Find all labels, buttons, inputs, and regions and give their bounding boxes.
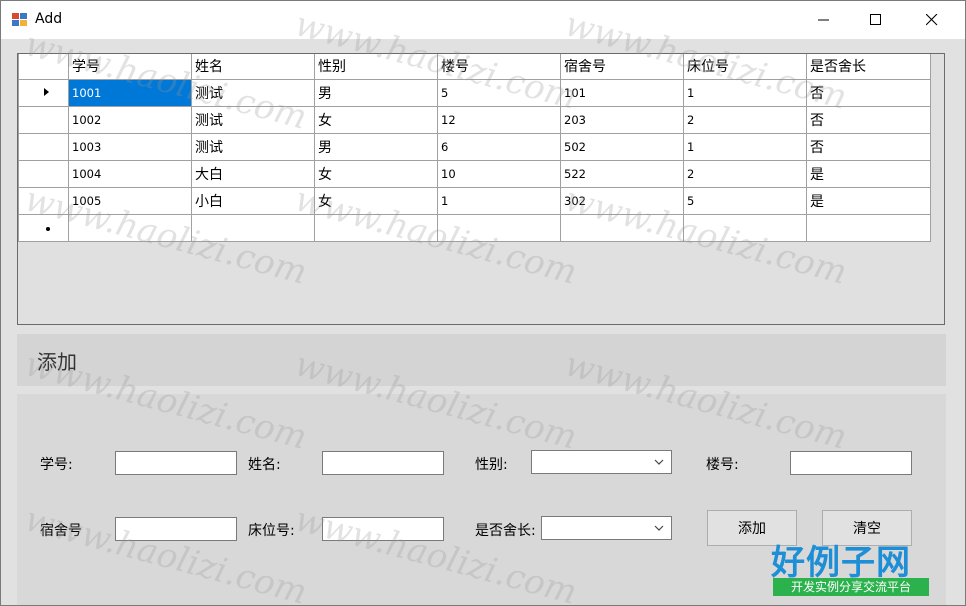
grid-cell[interactable]: 女 <box>314 186 438 215</box>
grid-cell[interactable]: 10 <box>437 159 561 188</box>
grid-cell[interactable]: 1001 <box>68 78 192 107</box>
leader-select[interactable] <box>541 516 672 540</box>
gender-select[interactable] <box>531 450 672 474</box>
grid-cell[interactable] <box>68 213 192 242</box>
add-form-panel: 学号: 姓名: 性别: 楼号: 宿舍号 床位号: 是否舍长: 添加 清空 <box>17 394 946 605</box>
grid-cell[interactable]: 女 <box>314 159 438 188</box>
grid-cell[interactable]: 男 <box>314 78 438 107</box>
grid-cell[interactable]: 2 <box>683 105 807 134</box>
grid-cell[interactable] <box>314 213 438 242</box>
dorm-input[interactable] <box>115 517 237 541</box>
app-window: Add 学号 姓名 性别 楼号 宿舍号 床位号 是否舍长 1001 测试 男 5… <box>0 0 966 606</box>
grid-cell[interactable]: 302 <box>560 186 684 215</box>
column-header-building[interactable]: 楼号 <box>437 54 561 80</box>
grid-cell[interactable]: 101 <box>560 78 684 107</box>
dorm-label: 宿舍号 <box>40 523 82 539</box>
data-grid[interactable]: 学号 姓名 性别 楼号 宿舍号 床位号 是否舍长 1001 测试 男 5 101 <box>17 53 945 325</box>
data-grid-table: 学号 姓名 性别 楼号 宿舍号 床位号 是否舍长 1001 测试 男 5 101 <box>18 54 931 242</box>
student-id-input[interactable] <box>115 451 237 475</box>
title-bar[interactable]: Add <box>1 1 965 39</box>
grid-cell[interactable] <box>560 213 684 242</box>
name-label: 姓名: <box>248 457 281 473</box>
bed-input[interactable] <box>322 517 444 541</box>
clear-button[interactable]: 清空 <box>822 510 912 546</box>
grid-cell[interactable]: 测试 <box>191 78 315 107</box>
grid-cell[interactable]: 2 <box>683 159 807 188</box>
row-header[interactable] <box>18 132 69 161</box>
row-header[interactable] <box>18 159 69 188</box>
building-input[interactable] <box>790 451 912 475</box>
row-header[interactable] <box>18 186 69 215</box>
grid-cell[interactable]: 12 <box>437 105 561 134</box>
app-icon <box>12 13 27 26</box>
chevron-down-icon <box>654 525 664 531</box>
grid-cell[interactable]: 是 <box>806 159 931 188</box>
column-header-bed[interactable]: 床位号 <box>683 54 807 80</box>
grid-header-row: 学号 姓名 性别 楼号 宿舍号 床位号 是否舍长 <box>18 54 931 80</box>
column-header-leader[interactable]: 是否舍长 <box>806 54 931 80</box>
row-header[interactable] <box>18 105 69 134</box>
table-row[interactable]: 1002 测试 女 12 203 2 否 <box>18 105 931 134</box>
close-button[interactable] <box>909 1 955 39</box>
grid-cell[interactable]: 1 <box>437 186 561 215</box>
new-row[interactable] <box>18 213 931 242</box>
name-input[interactable] <box>322 451 444 475</box>
student-id-label: 学号: <box>40 457 73 473</box>
new-row-icon <box>45 227 50 231</box>
section-title: 添加 <box>37 350 77 374</box>
grid-cell[interactable]: 是 <box>806 186 931 215</box>
grid-cell[interactable]: 小白 <box>191 186 315 215</box>
chevron-down-icon <box>654 459 664 465</box>
table-row[interactable]: 1001 测试 男 5 101 1 否 <box>18 78 931 107</box>
row-header-current[interactable] <box>18 78 69 107</box>
bed-label: 床位号: <box>248 523 295 539</box>
row-header-new[interactable] <box>18 213 69 242</box>
grid-cell[interactable]: 否 <box>806 78 931 107</box>
maximize-button[interactable] <box>853 1 899 39</box>
grid-cell[interactable]: 502 <box>560 132 684 161</box>
grid-cell[interactable]: 5 <box>683 186 807 215</box>
current-row-icon <box>44 88 49 96</box>
grid-cell[interactable]: 大白 <box>191 159 315 188</box>
grid-cell[interactable] <box>683 213 807 242</box>
grid-cell[interactable] <box>191 213 315 242</box>
table-row[interactable]: 1005 小白 女 1 302 5 是 <box>18 186 931 215</box>
grid-cell[interactable] <box>806 213 931 242</box>
grid-corner-cell[interactable] <box>18 54 69 80</box>
grid-cell[interactable]: 测试 <box>191 105 315 134</box>
grid-cell[interactable]: 测试 <box>191 132 315 161</box>
grid-cell[interactable]: 5 <box>437 78 561 107</box>
table-row[interactable]: 1003 测试 男 6 502 1 否 <box>18 132 931 161</box>
minimize-icon <box>818 19 829 21</box>
column-header-name[interactable]: 姓名 <box>191 54 315 80</box>
grid-cell[interactable]: 女 <box>314 105 438 134</box>
table-row[interactable]: 1004 大白 女 10 522 2 是 <box>18 159 931 188</box>
maximize-icon <box>870 14 881 25</box>
grid-cell[interactable]: 6 <box>437 132 561 161</box>
grid-cell[interactable]: 1003 <box>68 132 192 161</box>
grid-cell[interactable]: 男 <box>314 132 438 161</box>
window-title: Add <box>35 11 63 27</box>
grid-cell[interactable]: 否 <box>806 105 931 134</box>
gender-label: 性别: <box>475 457 508 473</box>
grid-cell[interactable]: 1 <box>683 78 807 107</box>
column-header-dorm[interactable]: 宿舍号 <box>560 54 684 80</box>
grid-cell[interactable]: 否 <box>806 132 931 161</box>
grid-cell[interactable]: 1004 <box>68 159 192 188</box>
column-header-student-id[interactable]: 学号 <box>68 54 192 80</box>
minimize-button[interactable] <box>801 1 847 39</box>
close-icon <box>926 14 938 26</box>
grid-cell[interactable]: 1005 <box>68 186 192 215</box>
grid-cell[interactable]: 1 <box>683 132 807 161</box>
grid-cell[interactable]: 522 <box>560 159 684 188</box>
column-header-gender[interactable]: 性别 <box>314 54 438 80</box>
building-label: 楼号: <box>706 457 739 473</box>
grid-cell[interactable]: 203 <box>560 105 684 134</box>
grid-cell[interactable] <box>437 213 561 242</box>
leader-label: 是否舍长: <box>475 523 536 539</box>
add-section-header: 添加 <box>17 334 946 386</box>
add-button[interactable]: 添加 <box>707 510 797 546</box>
grid-cell[interactable]: 1002 <box>68 105 192 134</box>
